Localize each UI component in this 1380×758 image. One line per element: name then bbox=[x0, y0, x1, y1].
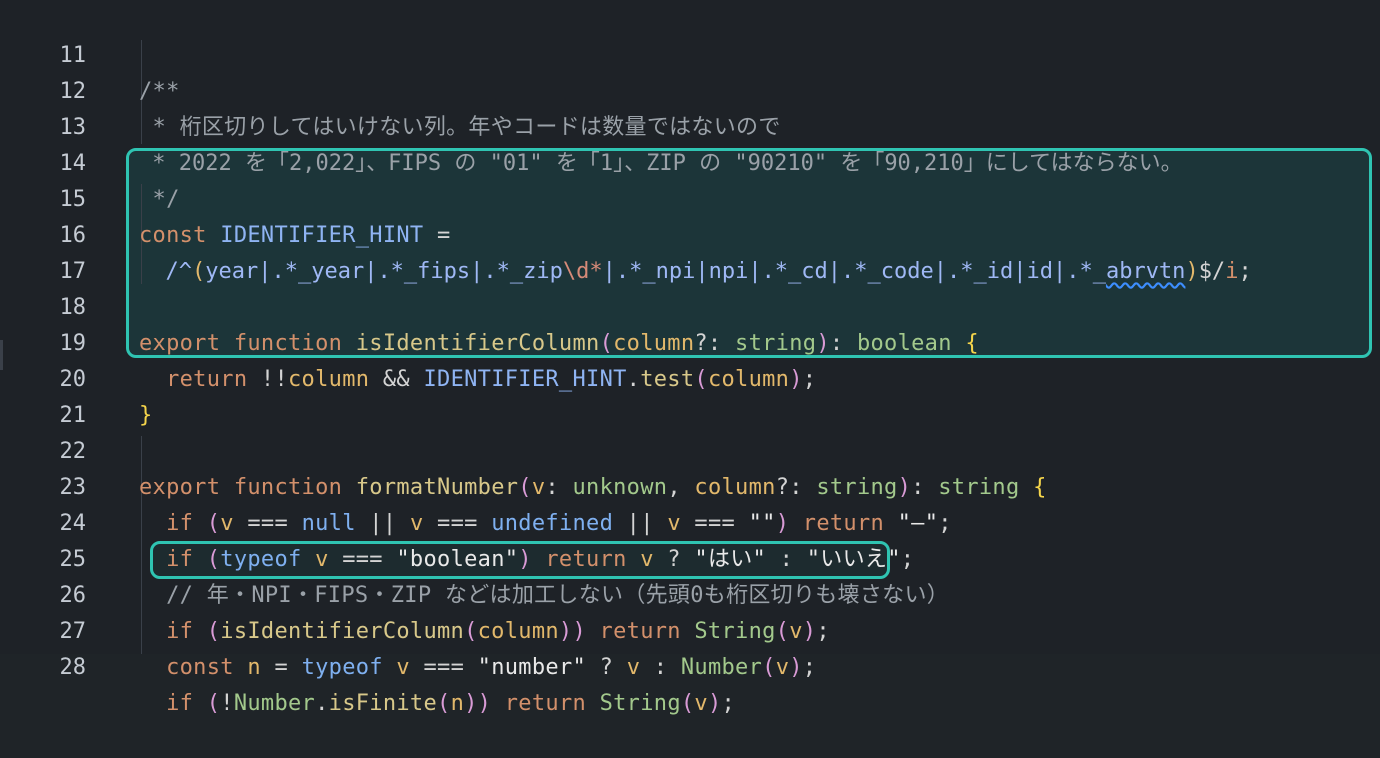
code-line[interactable]: 18 export function isIdentifierColumn(co… bbox=[0, 254, 1380, 356]
code-line[interactable]: 25 // 年・NPI・FIPS・ZIP などは加工しない（先頭0も桁区切りも壊… bbox=[0, 506, 1380, 608]
variable: v bbox=[694, 691, 708, 716]
code-line[interactable]: 21 bbox=[0, 362, 1380, 428]
paren: ( bbox=[437, 691, 451, 716]
operator: . bbox=[315, 691, 329, 716]
variable: n bbox=[450, 691, 465, 716]
paren: ( bbox=[193, 691, 221, 716]
code-line[interactable]: 27 const n = typeof v === "number" ? v :… bbox=[0, 578, 1380, 680]
variable: v bbox=[626, 655, 641, 680]
paren: ( bbox=[762, 655, 776, 680]
keyword: typeof bbox=[301, 655, 383, 680]
keyword: return bbox=[491, 691, 587, 716]
code-line[interactable]: 15 const IDENTIFIER_HINT = bbox=[0, 146, 1380, 248]
code-editor[interactable]: 11 /** 12 * 桁区切りしてはいけない列。年やコードは数量ではないので … bbox=[0, 0, 1380, 716]
variable: v bbox=[382, 655, 410, 680]
function-name: isFinite bbox=[328, 691, 438, 716]
string: "number" bbox=[477, 655, 587, 680]
semicolon: ; bbox=[802, 655, 817, 680]
line-number: 28 bbox=[59, 655, 87, 680]
code-line[interactable]: 23 if (v === null || v === undefined || … bbox=[0, 434, 1380, 536]
paren: ) bbox=[707, 691, 722, 716]
code-line[interactable]: 12 * 桁区切りしてはいけない列。年やコードは数量ではないので bbox=[0, 38, 1380, 140]
semicolon: ; bbox=[721, 691, 736, 716]
operator: = bbox=[260, 655, 302, 680]
code-line[interactable]: 22 export function formatNumber(v: unkno… bbox=[0, 398, 1380, 500]
paren: ( bbox=[680, 691, 695, 716]
paren: ) bbox=[789, 655, 803, 680]
code-line[interactable]: 16 /^(year|.*_year|.*_fips|.*_zip\d*|.*_… bbox=[0, 182, 1380, 284]
function-name: String bbox=[586, 691, 681, 716]
keyword: if bbox=[166, 691, 194, 716]
code-line[interactable]: 20 } bbox=[0, 326, 1380, 428]
code-line[interactable]: 13 * 2022 を「2,022」、FIPS の "01" を「1」、ZIP … bbox=[0, 74, 1380, 176]
code-line[interactable]: 11 /** bbox=[0, 2, 1380, 104]
code-line[interactable]: 19 return !!column && IDENTIFIER_HINT.te… bbox=[0, 290, 1380, 392]
variable: v bbox=[775, 655, 790, 680]
code-line[interactable]: 17 bbox=[0, 218, 1380, 284]
operator: : bbox=[640, 655, 681, 680]
code-line[interactable]: 28 if (!Number.isFinite(n)) return Strin… bbox=[0, 614, 1380, 716]
code-text: const n = typeof v === "number" ? v : Nu… bbox=[139, 650, 816, 686]
operator: === bbox=[409, 655, 478, 680]
operator: ! bbox=[220, 691, 234, 716]
code-text: if (!Number.isFinite(n)) return String(v… bbox=[139, 686, 735, 722]
keyword: const bbox=[166, 655, 234, 680]
operator: ? bbox=[586, 655, 627, 680]
variable: n bbox=[233, 655, 261, 680]
code-line[interactable]: 26 if (isIdentifierColumn(column)) retur… bbox=[0, 542, 1380, 644]
paren: )) bbox=[464, 691, 492, 716]
function-name: Number bbox=[680, 655, 763, 680]
code-line[interactable]: 14 */ bbox=[0, 110, 1380, 212]
identifier: Number bbox=[233, 691, 316, 716]
code-line[interactable]: 24 if (typeof v === "boolean") return v … bbox=[0, 470, 1380, 572]
